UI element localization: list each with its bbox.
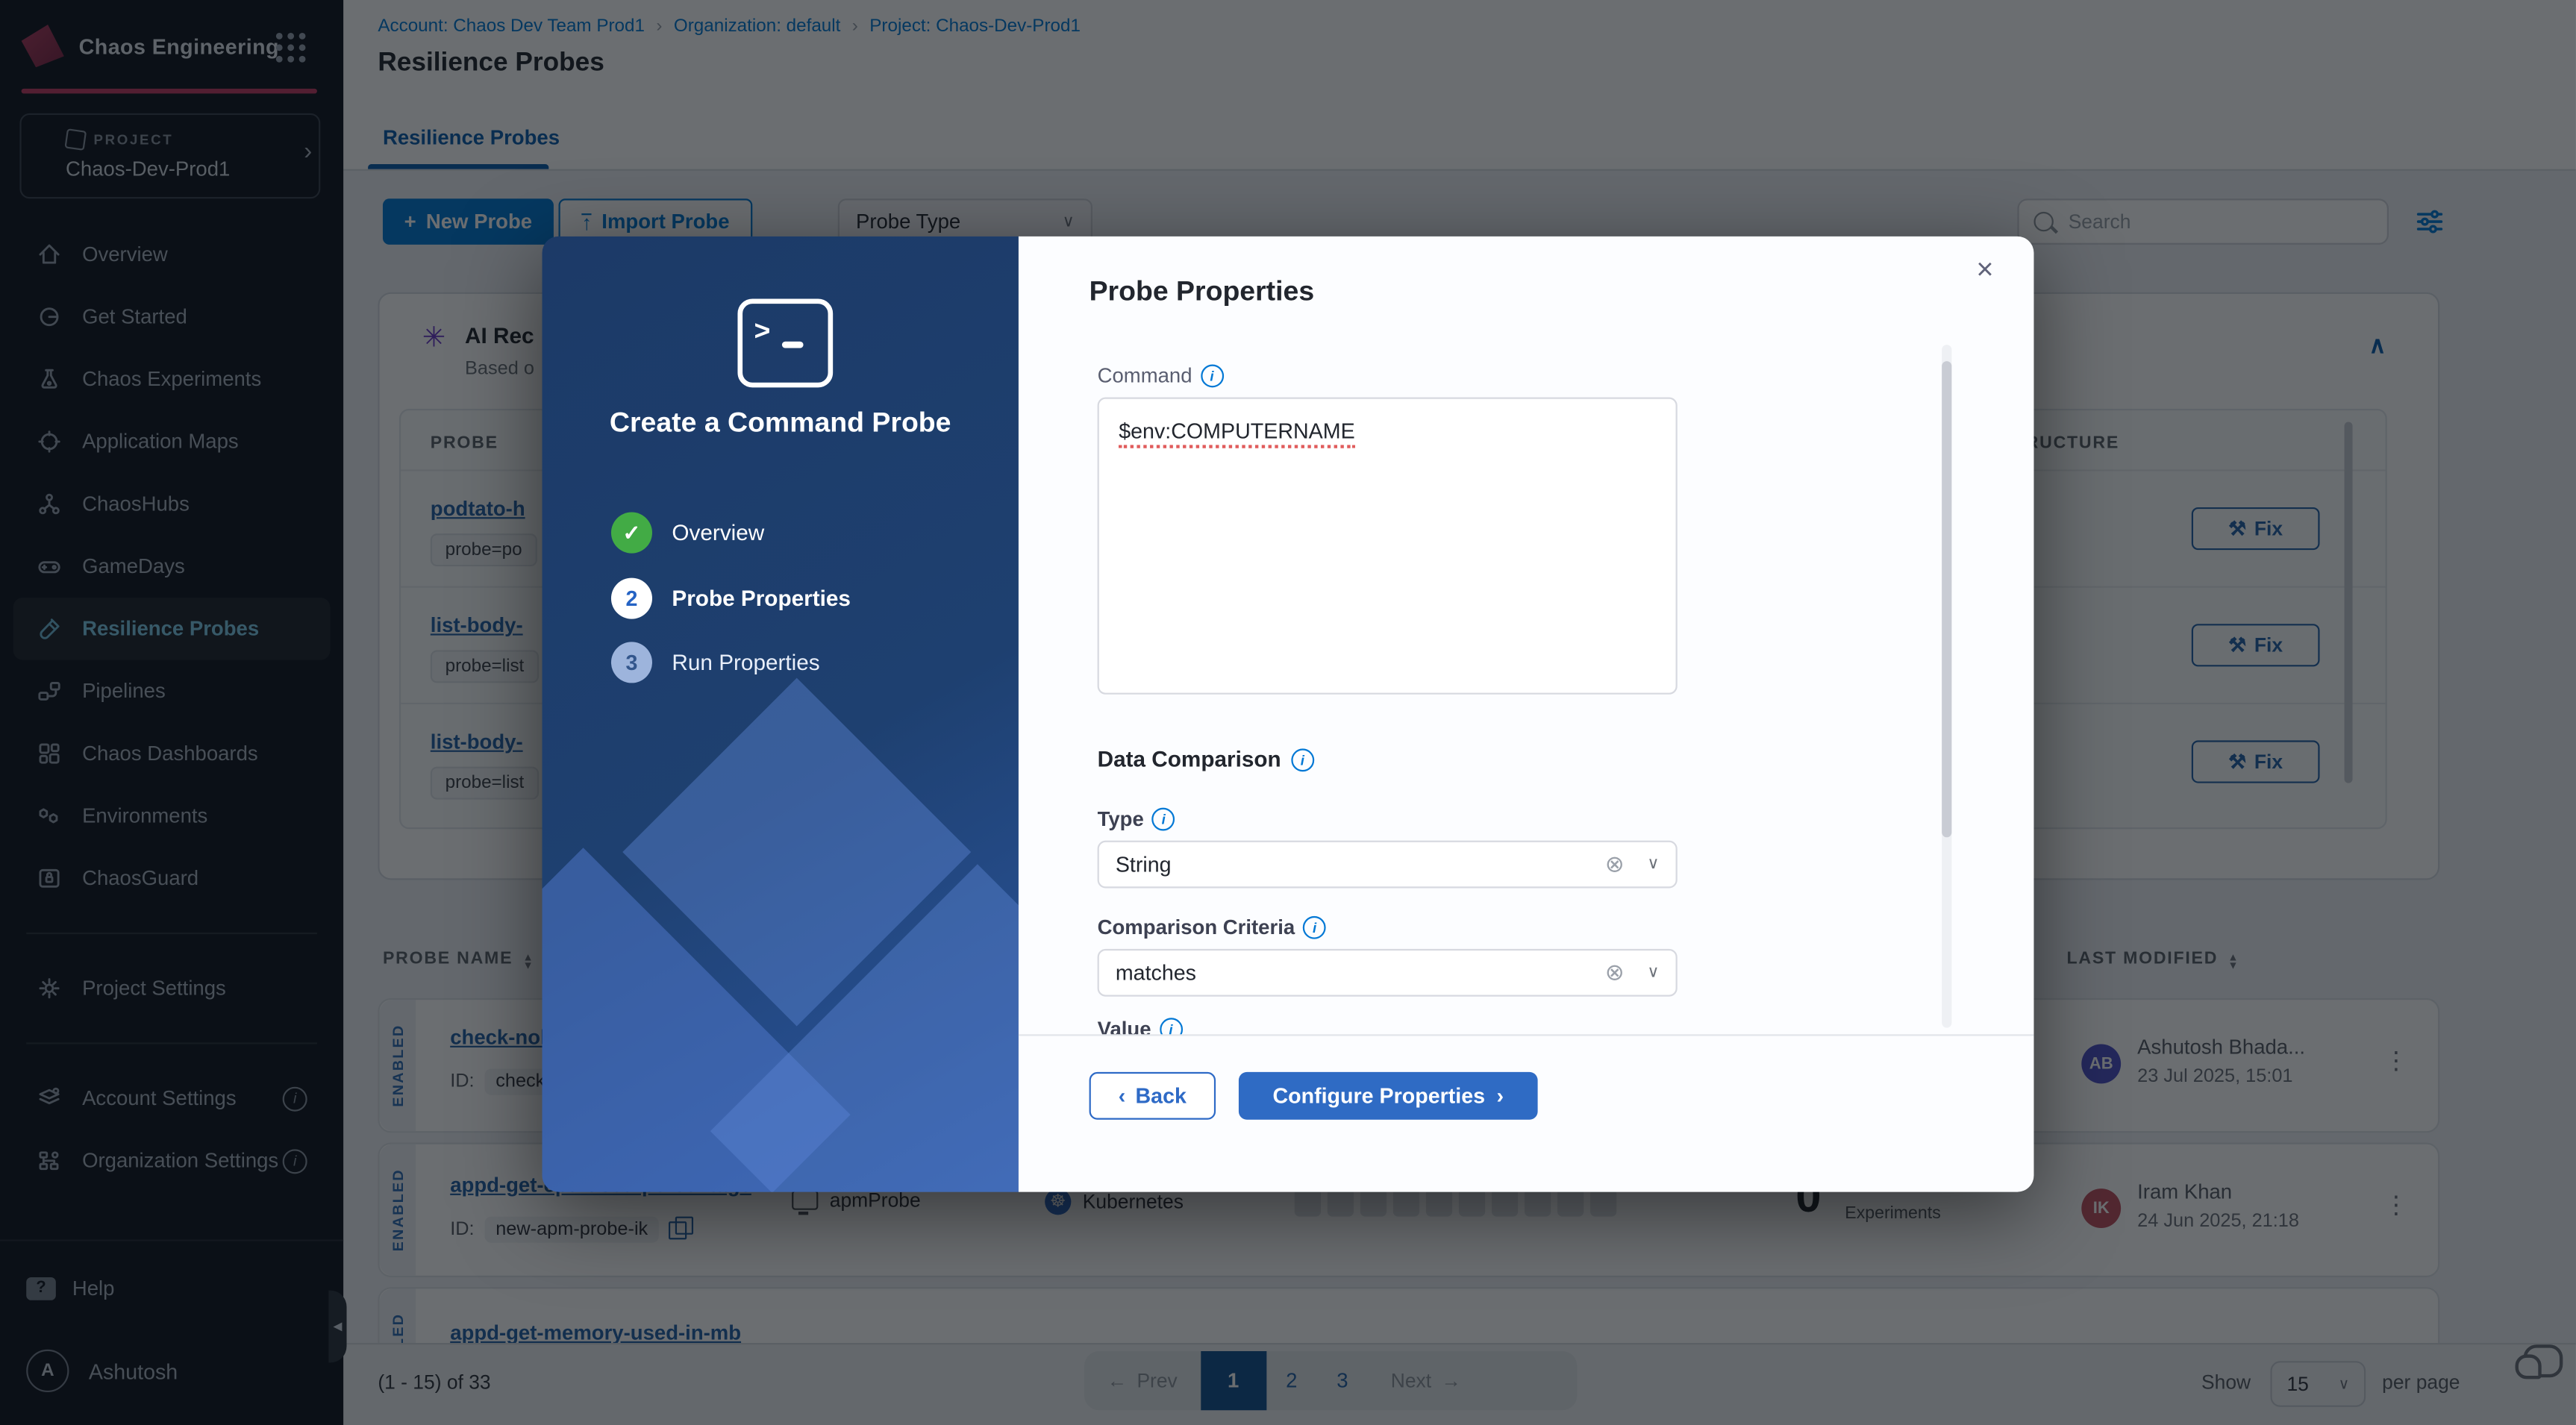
wizard-step-overview[interactable]: ✓ Overview [611, 513, 764, 554]
info-icon[interactable]: i [1160, 1018, 1183, 1034]
app-root: Chaos Engineering PROJECT Chaos-Dev-Prod… [0, 0, 2576, 1425]
terminal-underscore-glyph [782, 342, 804, 348]
modal-footer-divider [1019, 1034, 2034, 1036]
configure-properties-label: Configure Properties [1272, 1083, 1485, 1108]
wizard-step-run-properties[interactable]: 3 Run Properties [611, 642, 820, 683]
command-label-row: Command i [1098, 365, 1224, 388]
value-label: Value [1098, 1018, 1151, 1034]
properties-pane: × Probe Properties Command i $env:COMPUT… [1019, 237, 2034, 1192]
info-icon[interactable]: i [1303, 916, 1326, 939]
value-label-row: Value i [1098, 1018, 1183, 1034]
wizard-title: Create a Command Probe [542, 407, 1018, 440]
chevron-down-icon: ∨ [1647, 855, 1659, 873]
data-comparison-section: Data Comparison i [1098, 747, 1314, 771]
close-icon[interactable]: × [1976, 253, 1993, 287]
type-value: String [1116, 852, 1172, 877]
step-number: 3 [611, 642, 652, 683]
create-command-probe-modal: > Create a Command Probe ✓ Overview 2 Pr… [542, 237, 2033, 1192]
info-icon[interactable]: i [1201, 365, 1224, 388]
back-label: Back [1136, 1083, 1187, 1108]
command-probe-icon: > [737, 298, 833, 387]
step-number: 2 [611, 578, 652, 619]
terminal-gt-glyph: > [754, 315, 770, 348]
clear-icon[interactable]: ⊗ [1605, 851, 1625, 878]
step-label: Overview [672, 521, 764, 545]
info-icon[interactable]: i [1291, 748, 1314, 771]
modal-scrollbar-thumb[interactable] [1942, 361, 1951, 837]
step-done-check-icon: ✓ [611, 513, 652, 554]
properties-scroll-area: Command i $env:COMPUTERNAME Data Compari… [1019, 338, 2034, 1034]
comparison-criteria-select[interactable]: matches ⊗ ∨ [1098, 949, 1678, 997]
wizard-pane: > Create a Command Probe ✓ Overview 2 Pr… [542, 237, 1018, 1192]
data-comparison-label: Data Comparison [1098, 747, 1281, 771]
type-select[interactable]: String ⊗ ∨ [1098, 841, 1678, 889]
clear-icon[interactable]: ⊗ [1605, 959, 1625, 986]
chevron-left-icon: ‹ [1119, 1083, 1126, 1108]
wizard-step-probe-properties[interactable]: 2 Probe Properties [611, 578, 851, 619]
back-button[interactable]: ‹ Back [1090, 1072, 1216, 1120]
modal-title: Probe Properties [1090, 276, 1315, 309]
type-label-row: Type i [1098, 808, 1175, 831]
comparison-criteria-label: Comparison Criteria [1098, 916, 1295, 939]
chevron-right-icon: › [1496, 1083, 1504, 1108]
criteria-value: matches [1116, 960, 1196, 985]
command-textarea[interactable]: $env:COMPUTERNAME [1098, 398, 1678, 695]
chevron-down-icon: ∨ [1647, 964, 1659, 982]
configure-properties-button[interactable]: Configure Properties › [1239, 1072, 1538, 1120]
command-value: $env:COMPUTERNAME [1119, 419, 1354, 448]
criteria-label-row: Comparison Criteria i [1098, 916, 1326, 939]
info-icon[interactable]: i [1152, 808, 1175, 831]
step-label: Probe Properties [672, 586, 851, 611]
type-label: Type [1098, 808, 1144, 831]
step-label: Run Properties [672, 650, 819, 674]
command-label: Command [1098, 365, 1192, 388]
